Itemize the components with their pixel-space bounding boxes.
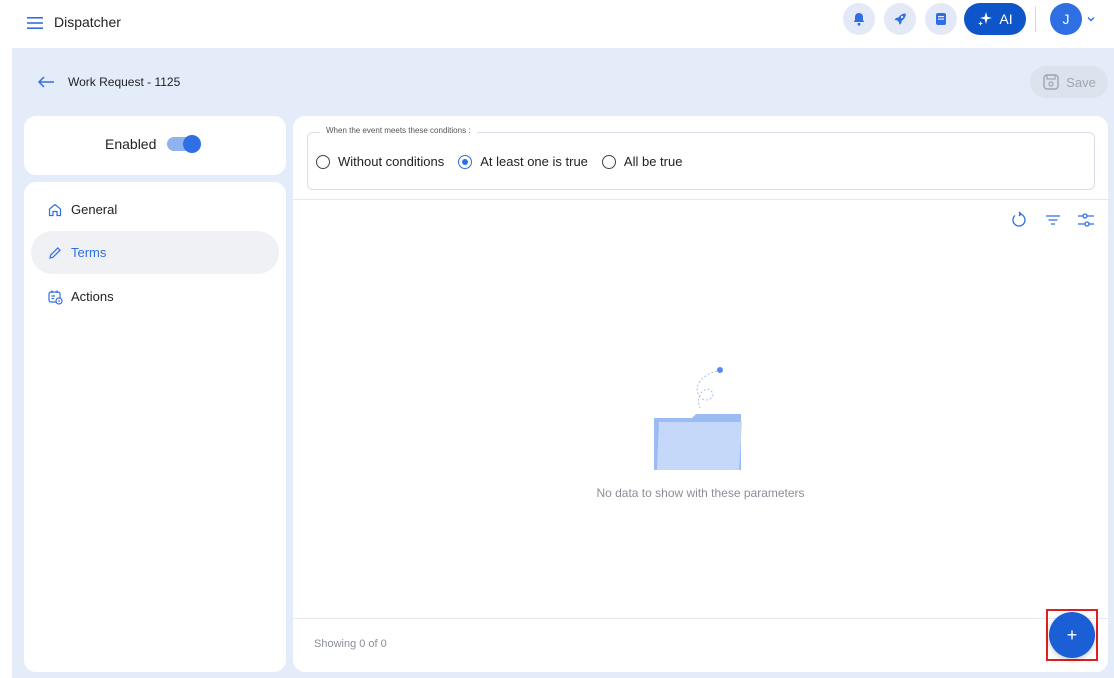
- toggle-knob: [183, 135, 201, 153]
- workspace: Work Request - 1125 Save Enabled General…: [12, 48, 1114, 678]
- save-button[interactable]: Save: [1030, 66, 1108, 98]
- empty-state-message: No data to show with these parameters: [596, 486, 805, 500]
- pagination-summary: Showing 0 of 0: [314, 638, 387, 650]
- radio-label: All be true: [623, 154, 683, 169]
- document-icon: [936, 13, 946, 25]
- radio-checked-icon: [458, 154, 473, 169]
- calendar-action-icon: [48, 290, 63, 305]
- radio-unchecked-icon: [601, 154, 616, 169]
- radio-unchecked-icon: [316, 154, 330, 169]
- ai-label: AI: [999, 11, 1013, 27]
- filter-icon[interactable]: [1044, 211, 1062, 229]
- rocket-icon: [894, 13, 906, 25]
- back-arrow-icon[interactable]: [36, 74, 56, 90]
- sidebar-item-general[interactable]: General: [31, 188, 279, 231]
- footer-divider: [293, 618, 1108, 619]
- radio-at-least-one[interactable]: At least one is true: [458, 154, 588, 169]
- radio-label: At least one is true: [480, 154, 588, 169]
- refresh-icon[interactable]: [1010, 211, 1028, 229]
- ai-assistant-button[interactable]: AI: [964, 3, 1026, 35]
- conditions-group: When the event meets these conditions : …: [307, 126, 1095, 190]
- notifications-button[interactable]: [843, 3, 875, 35]
- page-title: Work Request - 1125: [68, 75, 181, 89]
- sidebar-item-terms[interactable]: Terms: [31, 231, 279, 274]
- documents-button[interactable]: [925, 3, 957, 35]
- quick-launch-button[interactable]: [884, 3, 916, 35]
- pencil-icon: [49, 246, 61, 259]
- toolbar-divider: [1035, 6, 1036, 32]
- radio-without-conditions[interactable]: Without conditions: [316, 154, 444, 169]
- enabled-card: Enabled: [24, 116, 286, 175]
- sidebar-item-label: Terms: [71, 245, 107, 260]
- conditions-radio-group: Without conditions At least one is true …: [316, 154, 696, 169]
- sidebar-item-label: General: [71, 202, 118, 217]
- sidebar-item-label: Actions: [71, 289, 114, 304]
- sidebar-nav: General Terms Actions: [24, 182, 286, 672]
- app-title: Dispatcher: [54, 14, 121, 30]
- terms-panel: When the event meets these conditions : …: [293, 116, 1108, 672]
- save-label: Save: [1066, 74, 1096, 90]
- sidebar-item-actions[interactable]: Actions: [31, 275, 279, 318]
- chevron-down-icon[interactable]: [1086, 14, 1096, 24]
- enabled-toggle[interactable]: [167, 135, 201, 153]
- sparkle-icon: [978, 12, 993, 26]
- enabled-label: Enabled: [105, 136, 157, 152]
- user-avatar[interactable]: J: [1050, 3, 1082, 35]
- hamburger-menu-icon[interactable]: [26, 13, 44, 33]
- radio-label: Without conditions: [338, 154, 445, 169]
- save-icon: [1043, 74, 1059, 90]
- bell-icon: [853, 13, 865, 26]
- top-bar: Dispatcher AI J: [0, 0, 1114, 46]
- adjust-columns-icon[interactable]: [1077, 211, 1095, 229]
- conditions-legend: When the event meets these conditions :: [320, 126, 477, 135]
- radio-all-be-true[interactable]: All be true: [601, 154, 683, 169]
- empty-folder-illustration: [654, 367, 742, 470]
- home-icon: [48, 203, 62, 216]
- add-term-button[interactable]: +: [1049, 612, 1095, 658]
- section-divider: [293, 199, 1108, 200]
